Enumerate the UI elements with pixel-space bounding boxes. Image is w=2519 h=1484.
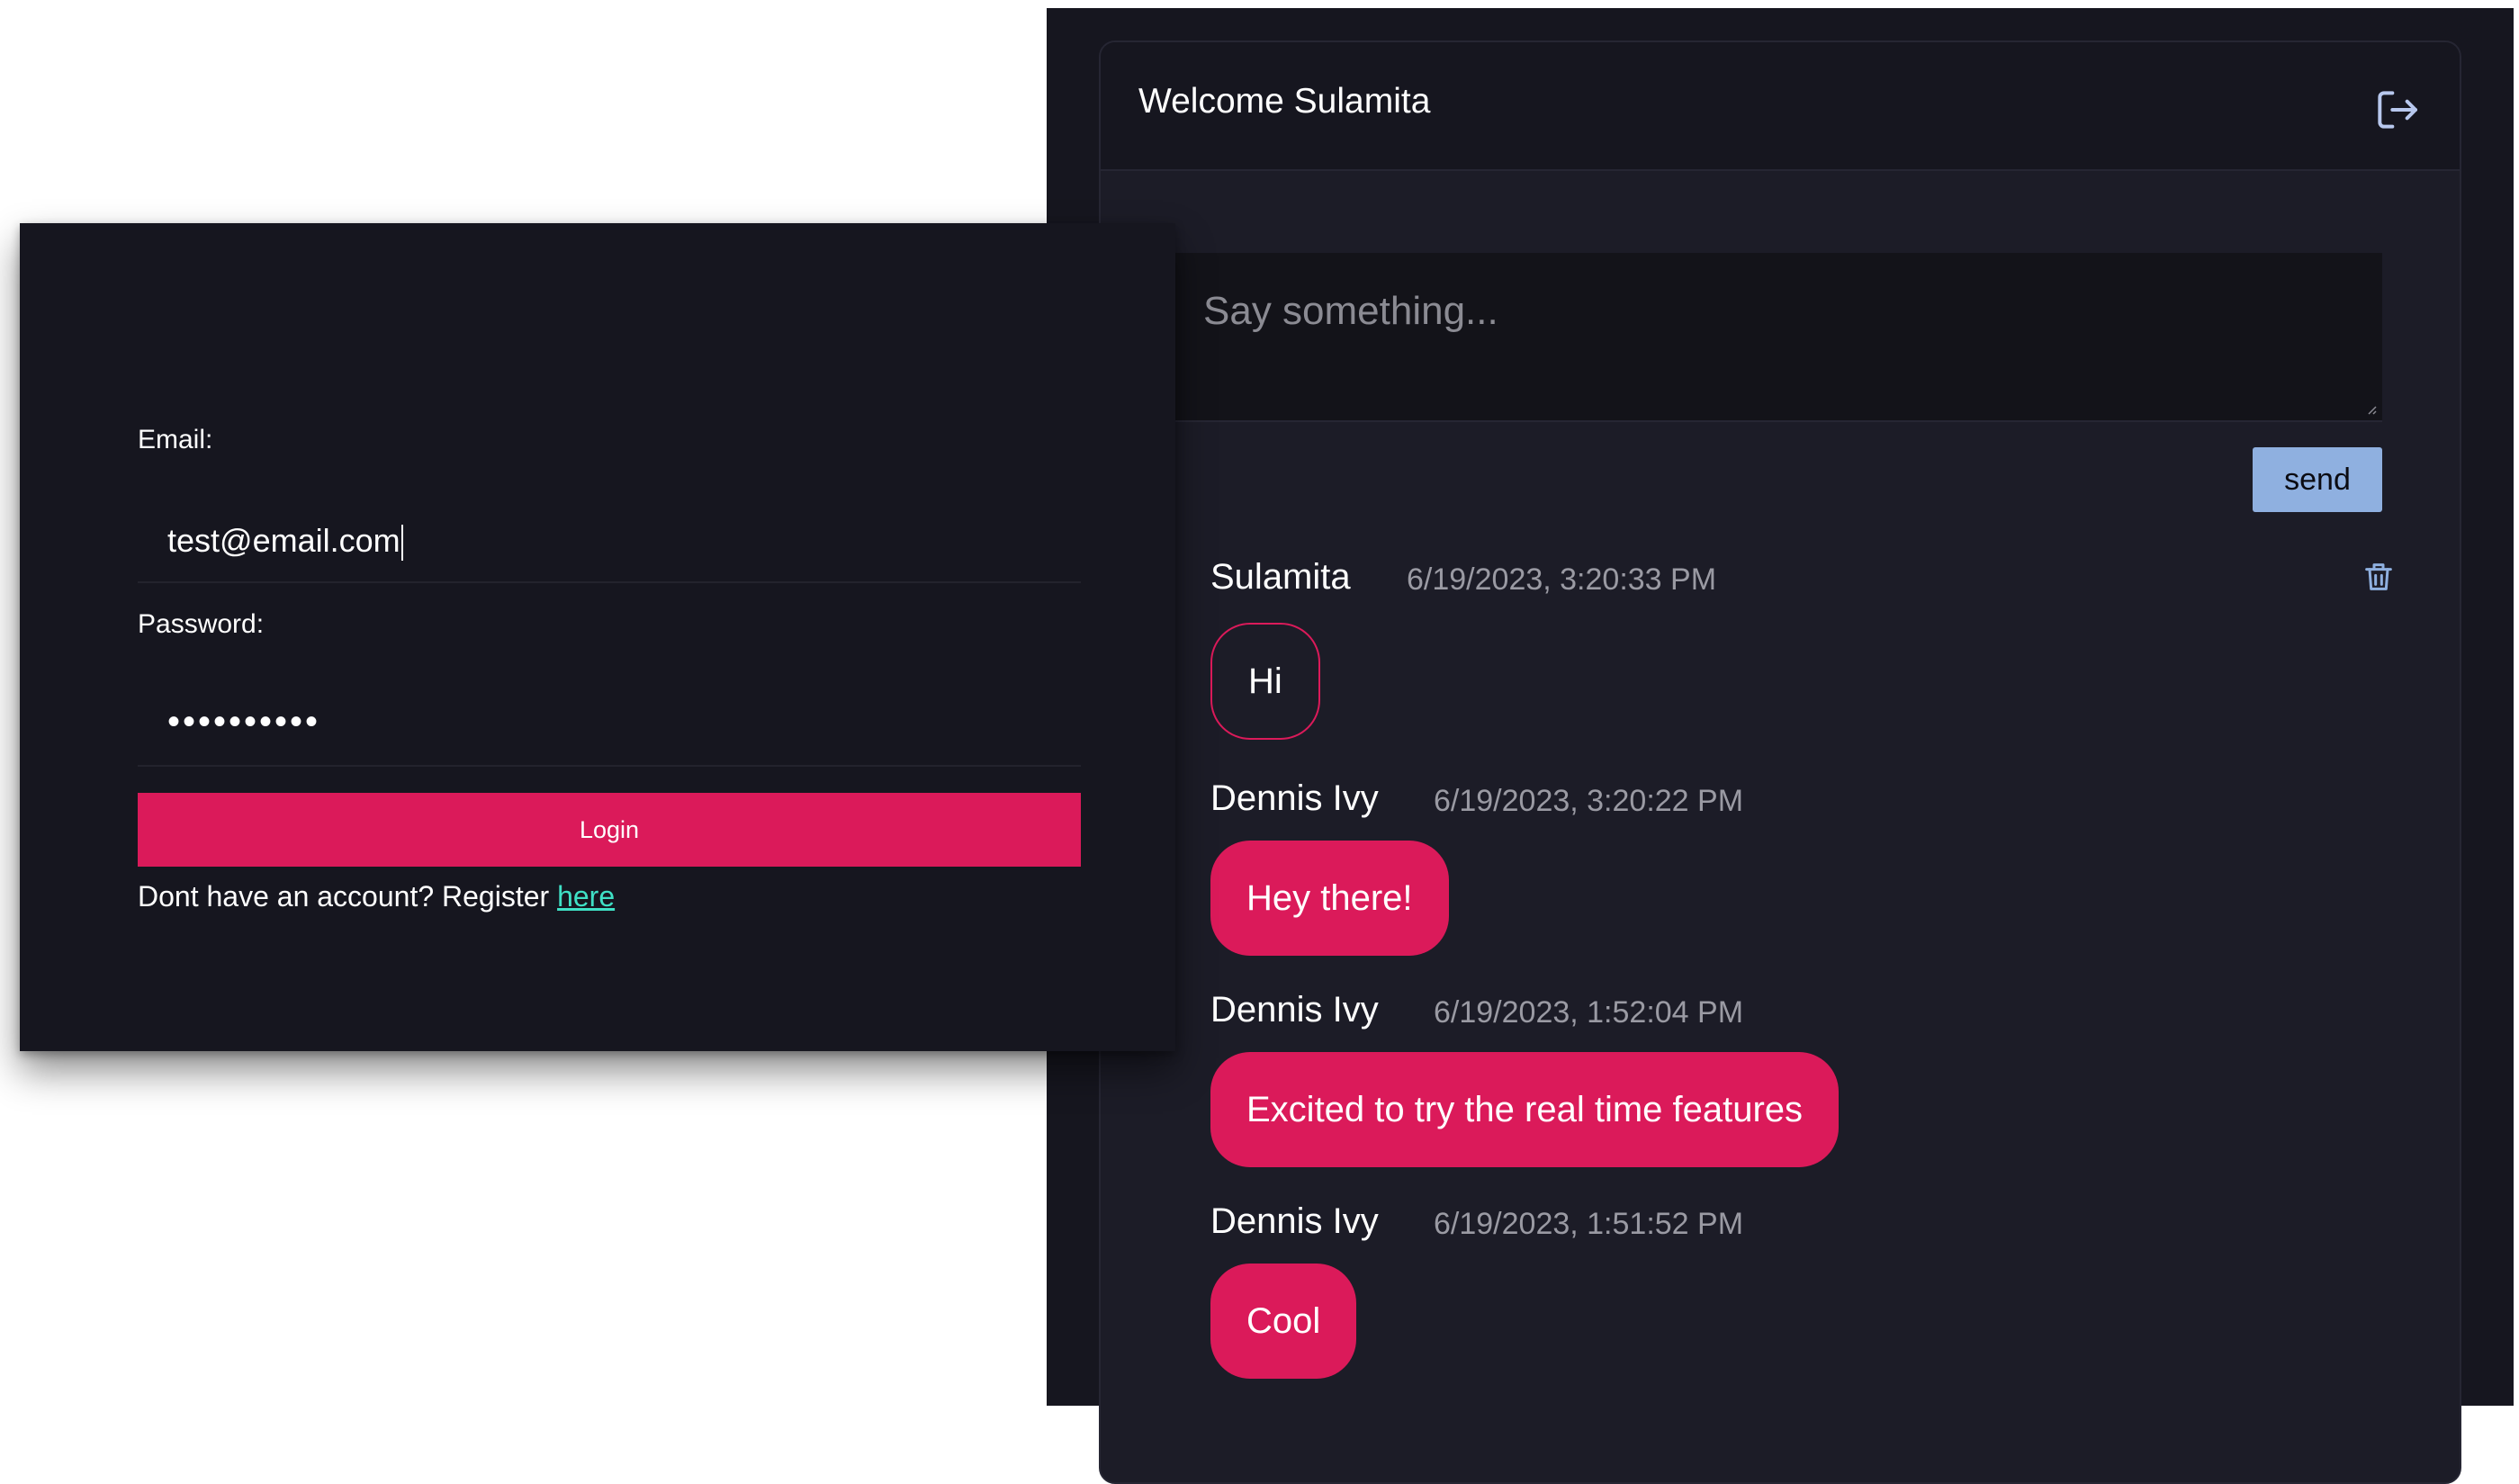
message-author: Dennis Ivy <box>1210 778 1379 818</box>
text-caret <box>400 525 403 562</box>
password-value: •••••••••• <box>167 702 321 742</box>
logout-icon <box>2378 91 2417 129</box>
message-input[interactable]: Say something... <box>1173 253 2382 422</box>
resize-grip-icon[interactable] <box>2364 402 2377 415</box>
message-timestamp: 6/19/2023, 1:52:04 PM <box>1434 995 1744 1030</box>
message-timestamp: 6/19/2023, 1:51:52 PM <box>1434 1207 1744 1241</box>
message-bubble: Cool <box>1210 1264 1357 1379</box>
trash-icon[interactable] <box>2361 557 2397 597</box>
login-window: Email: test@email.com Password: ••••••••… <box>20 223 1175 1051</box>
email-field[interactable]: test@email.com <box>138 502 1081 583</box>
chat-header: Welcome Sulamita <box>1101 42 2460 171</box>
message-author: Dennis Ivy <box>1210 1201 1379 1241</box>
chat-title: Welcome Sulamita <box>1138 82 1431 121</box>
logout-button[interactable] <box>2370 84 2424 136</box>
email-label: Email: <box>138 425 213 454</box>
message-bubble: Excited to try the real time features <box>1210 1052 1840 1167</box>
message-author: Dennis Ivy <box>1210 990 1379 1030</box>
send-button[interactable]: send <box>2253 447 2382 512</box>
message-bubble: Hey there! <box>1210 841 1449 956</box>
message-timestamp: 6/19/2023, 3:20:33 PM <box>1407 562 1717 597</box>
chat-window: Welcome Sulamita Say something... send S… <box>1047 8 2514 1484</box>
register-link[interactable]: here <box>557 880 615 913</box>
chat-container: Welcome Sulamita Say something... send S… <box>1099 40 2461 1484</box>
login-button[interactable]: Login <box>138 793 1081 867</box>
register-prompt: Dont have an account? Register here <box>138 880 615 913</box>
email-text: test@email.com <box>167 522 400 559</box>
message-bubble: Hi <box>1210 623 1320 740</box>
password-label: Password: <box>138 609 265 639</box>
register-prompt-text: Dont have an account? Register <box>138 880 558 913</box>
message-author: Sulamita <box>1210 557 1351 597</box>
email-value: test@email.com <box>167 522 403 562</box>
password-field[interactable]: •••••••••• <box>138 686 1081 767</box>
message-input-placeholder: Say something... <box>1203 289 1498 333</box>
message-timestamp: 6/19/2023, 3:20:22 PM <box>1434 784 1744 818</box>
